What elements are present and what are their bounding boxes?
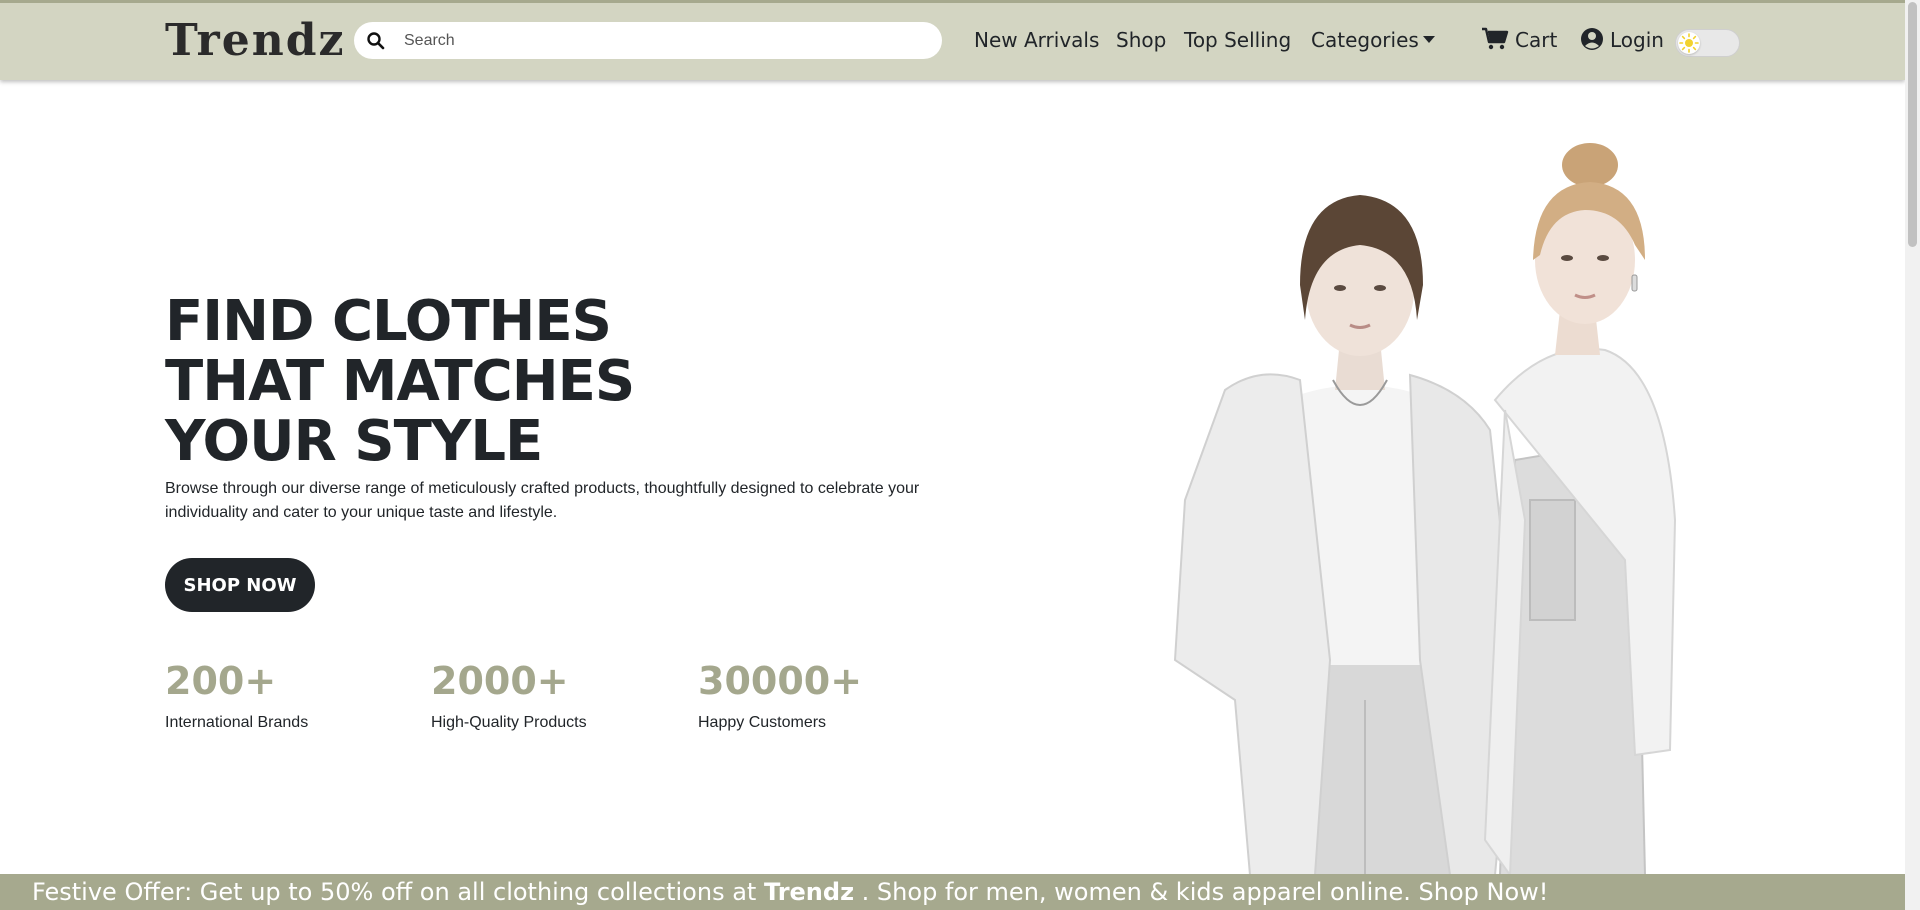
search-icon[interactable] [366, 31, 386, 51]
left-model [1173, 195, 1517, 875]
nav-login-label: Login [1610, 28, 1664, 52]
stat-customers-label: Happy Customers [698, 714, 827, 731]
shop-now-button[interactable]: SHOP NOW [165, 558, 315, 612]
stat-products-label: High-Quality Products [431, 714, 587, 731]
festive-offer-banner[interactable]: Festive Offer: Get up to 50% off on all … [0, 874, 1905, 910]
stat-customers-value: 30000+ [698, 659, 863, 703]
stat-products-value: 2000+ [431, 659, 569, 703]
hero-title-line: FIND CLOTHES [165, 289, 612, 354]
hero-title: FIND CLOTHES THAT MATCHES YOUR STYLE [165, 289, 635, 474]
nav-login[interactable]: Login [1580, 27, 1664, 53]
hero-models-image [1173, 143, 1677, 875]
hero-title-line: YOUR STYLE [165, 409, 543, 474]
hero-title-line: THAT MATCHES [165, 349, 635, 414]
chevron-down-icon [1422, 36, 1435, 43]
scrollbar-thumb[interactable] [1908, 2, 1917, 247]
nav-cart-label: Cart [1515, 28, 1558, 52]
nav-categories-dropdown[interactable]: Categories [1311, 27, 1435, 53]
toggle-knob [1678, 32, 1700, 54]
banner-prefix: Festive Offer: Get up to 50% off on all … [32, 878, 764, 906]
nav-categories-label: Categories [1311, 28, 1419, 52]
stat-brands-value: 200+ [165, 659, 277, 703]
cart-icon [1482, 27, 1509, 50]
nav-shop[interactable]: Shop [1116, 27, 1166, 53]
search-bar [354, 22, 942, 59]
nav-cart[interactable]: Cart [1481, 27, 1557, 53]
nav-top-selling[interactable]: Top Selling [1184, 27, 1291, 53]
banner-suffix: . Shop for men, women & kids apparel onl… [854, 878, 1549, 906]
brand-logo[interactable]: Trendz [165, 17, 345, 65]
hero-description: Browse through our diverse range of meti… [165, 480, 920, 521]
page-scrollbar[interactable] [1905, 0, 1920, 910]
banner-brand: Trendz [763, 878, 855, 906]
theme-toggle[interactable] [1675, 29, 1740, 57]
top-navbar: Trendz New Arrivals Shop Top Selling Cat… [0, 0, 1905, 80]
stat-brands-label: International Brands [165, 714, 309, 731]
right-model [1483, 143, 1677, 875]
user-circle-icon [1581, 28, 1603, 50]
nav-new-arrivals[interactable]: New Arrivals [974, 27, 1099, 53]
sun-icon [1679, 33, 1699, 53]
search-input[interactable] [404, 28, 924, 53]
